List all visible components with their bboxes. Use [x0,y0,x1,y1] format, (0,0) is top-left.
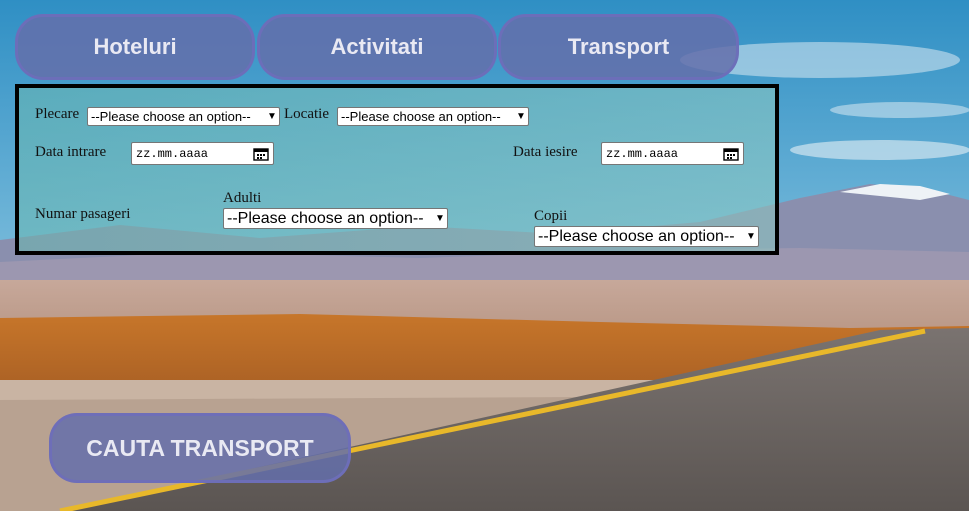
tab-transport[interactable]: Transport [498,14,739,80]
copii-label: Copii [534,208,568,224]
data-iesire-placeholder: zz.mm.aaaa [606,146,679,161]
calendar-icon[interactable] [253,147,269,161]
tab-hoteluri[interactable]: Hoteluri [15,14,255,80]
data-intrare-placeholder: zz.mm.aaaa [136,146,209,161]
chevron-down-icon: ▼ [435,213,445,224]
plecare-label: Plecare [35,106,80,122]
plecare-select[interactable]: --Please choose an option-- ▼ [87,107,280,126]
tab-activitati[interactable]: Activitati [257,14,497,80]
numar-pasageri-label: Numar pasageri [35,206,131,222]
plecare-select-value: --Please choose an option-- [91,109,251,124]
chevron-down-icon: ▼ [746,231,756,242]
chevron-down-icon: ▼ [516,111,526,122]
transport-search-form: Plecare --Please choose an option-- ▼ Lo… [15,84,779,255]
locatie-label: Locatie [284,106,329,122]
copii-select[interactable]: --Please choose an option-- ▼ [534,226,759,247]
adulti-label: Adulti [223,190,262,206]
locatie-select[interactable]: --Please choose an option-- ▼ [337,107,529,126]
cauta-transport-button[interactable]: CAUTA TRANSPORT [49,413,351,483]
adulti-select-value: --Please choose an option-- [227,209,424,227]
calendar-icon[interactable] [723,147,739,161]
locatie-select-value: --Please choose an option-- [341,109,501,124]
adulti-select[interactable]: --Please choose an option-- ▼ [223,208,448,229]
data-iesire-label: Data iesire [513,144,578,160]
data-intrare-input[interactable]: zz.mm.aaaa [131,142,274,165]
copii-select-value: --Please choose an option-- [538,227,735,245]
data-iesire-input[interactable]: zz.mm.aaaa [601,142,744,165]
chevron-down-icon: ▼ [267,111,277,122]
data-intrare-label: Data intrare [35,144,107,160]
